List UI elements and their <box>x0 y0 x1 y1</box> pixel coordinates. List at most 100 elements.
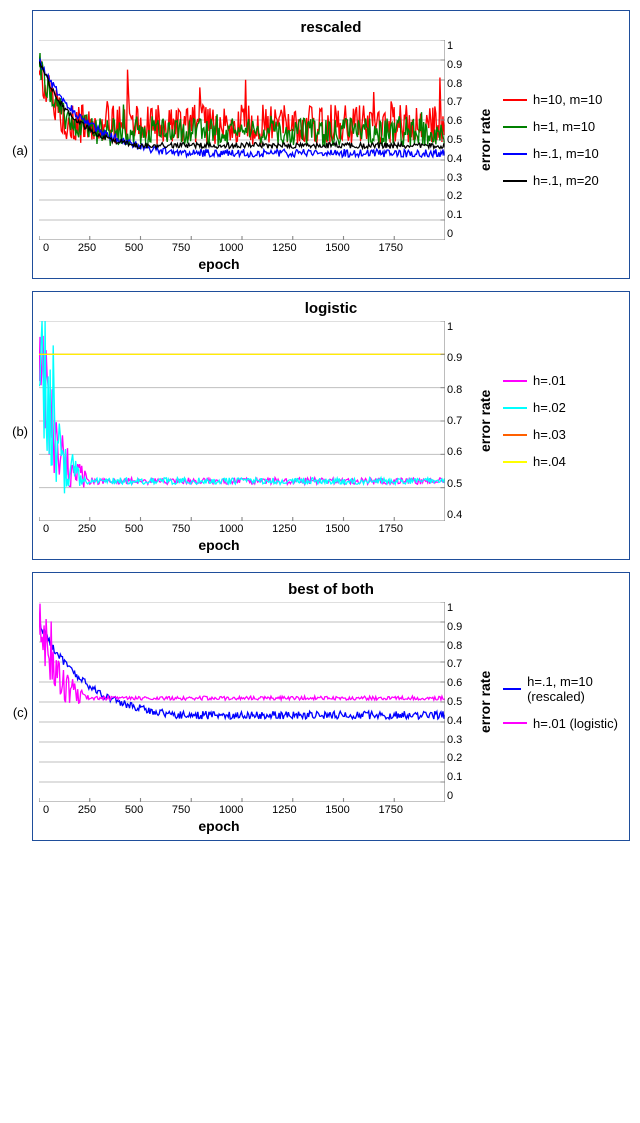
legend-swatch <box>503 99 527 101</box>
plot-row: 10.90.80.70.60.50.40.30.20.10error rateh… <box>39 602 623 802</box>
panel-label-c: (c) <box>10 705 32 720</box>
x-axis-label: epoch <box>39 537 399 553</box>
legend-item: h=.1, m=10 (rescaled) <box>503 674 623 704</box>
chart-title: logistic <box>39 300 623 317</box>
x-tick: 1750 <box>378 804 402 816</box>
legend-swatch <box>503 461 527 463</box>
chart-row-c: (c) best of both 10.90.80.70.60.50.40.30.2… <box>10 572 630 853</box>
y-tick: 0.2 <box>447 752 473 764</box>
y-axis-label: error rate <box>475 602 495 802</box>
y-tick: 0.6 <box>447 677 473 689</box>
y-tick: 0.3 <box>447 734 473 746</box>
legend-item: h=.1, m=10 <box>503 146 623 161</box>
y-tick-labels: 10.90.80.70.60.50.4 <box>447 321 473 521</box>
legend-item: h=1, m=10 <box>503 119 623 134</box>
chart-row-b: (b) logistic 10.90.80.70.60.50.4 error rate… <box>10 291 630 572</box>
legend-swatch <box>503 380 527 382</box>
y-axis-label: error rate <box>475 321 495 521</box>
y-tick: 0.7 <box>447 96 473 108</box>
y-tick: 0.5 <box>447 134 473 146</box>
x-tick: 250 <box>78 523 96 535</box>
x-axis-label: epoch <box>39 256 399 272</box>
legend-label: h=1, m=10 <box>533 119 595 134</box>
legend: h=10, m=10 h=1, m=10 h=.1, m=10 h=.1, m=20 <box>495 40 623 240</box>
chart-row-a: (a)rescaled10.90.80.70.60.50.40.30.20.10… <box>10 10 630 291</box>
legend-label: h=.1, m=10 (rescaled) <box>527 674 623 704</box>
y-tick: 0.1 <box>447 771 473 783</box>
plot-svg <box>39 40 445 240</box>
x-tick-labels: 02505007501000125015001750 <box>43 804 403 816</box>
legend-item: h=.04 <box>503 454 623 469</box>
y-tick: 0.8 <box>447 78 473 90</box>
series-line <box>39 621 445 719</box>
legend-swatch <box>503 407 527 409</box>
x-tick: 1500 <box>325 523 349 535</box>
legend-label: h=.03 <box>533 427 566 442</box>
y-tick: 0.3 <box>447 172 473 184</box>
plot-row: 10.90.80.70.60.50.4error rateh=.01h=.02h… <box>39 321 623 521</box>
x-axis-label: epoch <box>39 818 399 834</box>
legend-label: h=10, m=10 <box>533 92 602 107</box>
legend-swatch <box>503 126 527 128</box>
legend: h=.1, m=10 (rescaled) h=.01 (logistic) <box>495 602 623 802</box>
x-tick: 250 <box>78 804 96 816</box>
panel-label-b: (b) <box>10 424 32 439</box>
x-tick: 1000 <box>219 804 243 816</box>
legend-label: h=.01 (logistic) <box>533 716 618 731</box>
x-tick-labels: 02505007501000125015001750 <box>43 242 403 254</box>
x-tick: 1750 <box>378 523 402 535</box>
legend-swatch <box>503 180 527 182</box>
x-tick: 750 <box>172 242 190 254</box>
plot-svg <box>39 602 445 802</box>
x-tick: 250 <box>78 242 96 254</box>
x-tick: 0 <box>43 523 49 535</box>
y-tick: 0.7 <box>447 415 473 427</box>
y-tick: 0.5 <box>447 696 473 708</box>
y-tick: 0.8 <box>447 384 473 396</box>
legend-item: h=.02 <box>503 400 623 415</box>
legend-label: h=.1, m=20 <box>533 173 599 188</box>
y-tick-labels: 10.90.80.70.60.50.40.30.20.10 <box>447 40 473 240</box>
plot-box: 10.90.80.70.60.50.4 <box>39 321 445 521</box>
chart-title: best of both <box>39 581 623 598</box>
y-tick: 0.7 <box>447 658 473 670</box>
series-line <box>39 321 445 493</box>
y-tick: 0.9 <box>447 352 473 364</box>
y-tick: 0.4 <box>447 153 473 165</box>
x-tick: 750 <box>172 523 190 535</box>
x-tick: 500 <box>125 804 143 816</box>
legend-label: h=.1, m=10 <box>533 146 599 161</box>
y-tick-labels: 10.90.80.70.60.50.40.30.20.10 <box>447 602 473 802</box>
y-tick: 0.6 <box>447 115 473 127</box>
legend-item: h=.1, m=20 <box>503 173 623 188</box>
legend-label: h=.01 <box>533 373 566 388</box>
series-line <box>39 336 445 488</box>
y-tick: 0.5 <box>447 478 473 490</box>
y-tick: 0.4 <box>447 715 473 727</box>
plot-svg <box>39 321 445 521</box>
series-line <box>39 604 445 703</box>
x-tick: 1250 <box>272 804 296 816</box>
x-tick: 1500 <box>325 242 349 254</box>
legend: h=.01 h=.02 h=.03 h=.04 <box>495 321 623 521</box>
x-tick: 1250 <box>272 523 296 535</box>
x-tick: 1000 <box>219 242 243 254</box>
legend-label: h=.02 <box>533 400 566 415</box>
chart-panel-b: logistic10.90.80.70.60.50.4error rateh=.… <box>32 291 630 560</box>
x-tick: 0 <box>43 804 49 816</box>
chart-panel-a: rescaled10.90.80.70.60.50.40.30.20.10err… <box>32 10 630 279</box>
plot-box: 10.90.80.70.60.50.40.30.20.10 <box>39 602 445 802</box>
x-tick: 750 <box>172 804 190 816</box>
legend-swatch <box>503 722 527 724</box>
x-tick: 500 <box>125 242 143 254</box>
legend-item: h=10, m=10 <box>503 92 623 107</box>
y-tick: 1 <box>447 321 473 333</box>
legend-item: h=.01 (logistic) <box>503 716 623 731</box>
panel-label-a: (a) <box>10 143 32 158</box>
y-axis-label: error rate <box>475 40 495 240</box>
legend-swatch <box>503 434 527 436</box>
y-tick: 0 <box>447 228 473 240</box>
legend-swatch <box>503 688 521 690</box>
y-tick: 0.2 <box>447 190 473 202</box>
legend-item: h=.01 <box>503 373 623 388</box>
